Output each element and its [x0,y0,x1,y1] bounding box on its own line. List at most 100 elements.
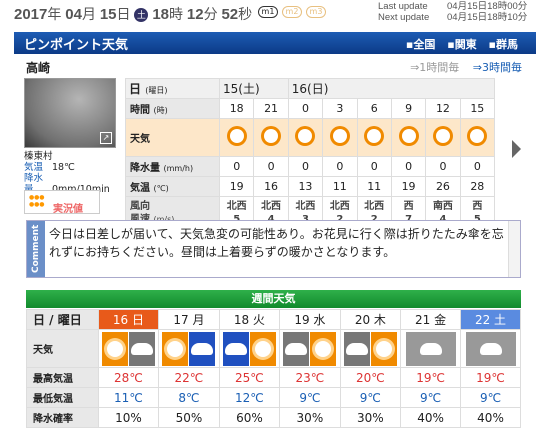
precip-cell: 0 [253,156,289,177]
weather-cell [459,118,496,157]
weekly-day-cell: 17 月 [158,309,220,330]
weather-cell [253,118,289,157]
clock: 2017年 04月 15日 土 18時 12分 52秒 [14,6,253,23]
weekly-hi-cell: 23℃ [279,367,341,388]
dow-badge: 土 [134,8,149,22]
weekly-hi-cell: 22℃ [158,367,220,388]
rain-icon [191,342,214,355]
expand-icon[interactable]: ↗ [100,132,112,144]
weekly-lo-cell: 9℃ [279,387,341,408]
weather-cell [390,118,427,157]
temp-cell: 26 [425,176,461,197]
cloud-icon [130,342,153,355]
weekly-weather-cell [400,329,462,368]
sun-icon [223,118,251,150]
jikkyo-button[interactable]: ● ● ● ● ● ● 実況値 [24,190,100,215]
temp-cell: 11 [322,176,358,197]
weekly-hi-cell: 19℃ [460,367,521,388]
weekly-hi-cell: 20℃ [339,367,402,388]
weekly-day-cell: 21 金 [400,309,462,330]
weekly-weather-cell [97,329,160,368]
nav-link-zenkoku[interactable]: ▪全国 [406,38,435,51]
weekly-lo-cell: 9℃ [339,387,402,408]
weekly-table: 日 / 曜日 16 日 17 月 18 火 19 水 20 木 21 金 22 土 天気 最高… [26,309,521,428]
rain-icon [224,342,247,355]
weekly-hi-cell: 25℃ [218,367,281,388]
weekly-day-cell: 22 土 [460,309,521,330]
m2-button[interactable]: m2 [282,6,302,18]
weekly-day-cell: 18 火 [218,309,281,330]
precip-cell: 0 [425,156,461,177]
comment-text: 今日は日差しが届いて、天気急変の可能性あり。お花見に行く際は折りたたみ傘を忘れず… [49,227,504,259]
weekly-weather-cell [218,329,281,368]
hour-cell: 9 [390,98,427,119]
cloud-icon [419,342,442,355]
m3-button[interactable]: m3 [306,6,326,18]
weekly-weather-cell [158,329,220,368]
location-bar: 高崎 ⇒1時間毎 ⇒3時間毎 [14,56,536,76]
weather-cell [356,118,392,157]
weather-cell [218,118,255,157]
temp-cell: 13 [287,176,324,197]
sun-icon [326,118,354,150]
cloud-icon [285,342,308,355]
temp-cell: 16 [253,176,289,197]
tab-3hour[interactable]: ⇒3時間毎 [473,61,522,74]
sun-icon [315,340,332,357]
hour-cell: 18 [218,98,255,119]
weekly-weather-cell [460,329,521,368]
nav-link-kanto[interactable]: ▪関東 [447,38,476,51]
sun-icon [360,118,388,150]
station-info: 榛東村 気温18℃ 降水量0mm/10min [24,151,110,195]
top-bar: 2017年 04月 15日 土 18時 12分 52秒 m1 m2 m3 Las… [0,0,536,28]
temp-cell: 11 [356,176,392,197]
hour-cell: 12 [425,98,461,119]
weather-cell [425,118,461,157]
location-name: 高崎 [26,61,51,75]
page-title: ピンポイント天気 [24,38,129,53]
next-arrow-icon[interactable] [512,140,521,158]
weekly-weather-cell [339,329,402,368]
dots-icon: ● ● ● ● ● ● [29,194,45,208]
sun-icon [254,340,271,357]
sun-icon [395,118,423,150]
sun-icon [291,118,319,150]
weekly-hi-cell: 28℃ [97,367,160,388]
weather-cell [287,118,324,157]
weekly-lo-cell: 8℃ [158,387,220,408]
hour-cell: 6 [356,98,392,119]
nav-link-gunma[interactable]: ▪群馬 [489,38,518,51]
weekly-hi-cell: 19℃ [400,367,462,388]
weather-cell [322,118,358,157]
title-bar: ピンポイント天気 ▪全国 ▪関東 ▪群馬 [14,32,536,54]
hour-cell: 15 [459,98,496,119]
weekly-day-cell: 16 日 [97,309,160,330]
precip-cell: 0 [390,156,427,177]
sun-icon [106,340,123,357]
weekly-lo-cell: 9℃ [400,387,462,408]
sun-icon [167,340,184,357]
temp-cell: 28 [459,176,496,197]
weekly-day-cell: 20 木 [339,309,402,330]
precip-cell: 0 [356,156,392,177]
hour-cell: 0 [287,98,324,119]
sun-icon [257,118,285,150]
m1-button[interactable]: m1 [258,6,278,18]
precip-cell: 0 [218,156,255,177]
comment-scrollbar[interactable] [508,221,520,277]
cloud-icon [345,342,368,355]
temp-cell: 19 [218,176,255,197]
update-info: Last update 04月15日18時00分 Next update 04月15… [378,1,528,23]
precip-cell: 0 [287,156,324,177]
weekly-title: 週間天気 [26,290,521,308]
station-name: 榛東村 [24,151,53,162]
tab-1hour[interactable]: ⇒1時間毎 [410,61,459,74]
hour-cell: 21 [253,98,289,119]
live-camera-image[interactable]: ↗ [24,78,116,148]
sun-icon [463,118,491,150]
sun-icon [429,118,457,150]
cloud-icon [479,342,502,355]
precip-cell: 0 [459,156,496,177]
sun-icon [375,340,392,357]
weekly-day-cell: 19 水 [279,309,341,330]
